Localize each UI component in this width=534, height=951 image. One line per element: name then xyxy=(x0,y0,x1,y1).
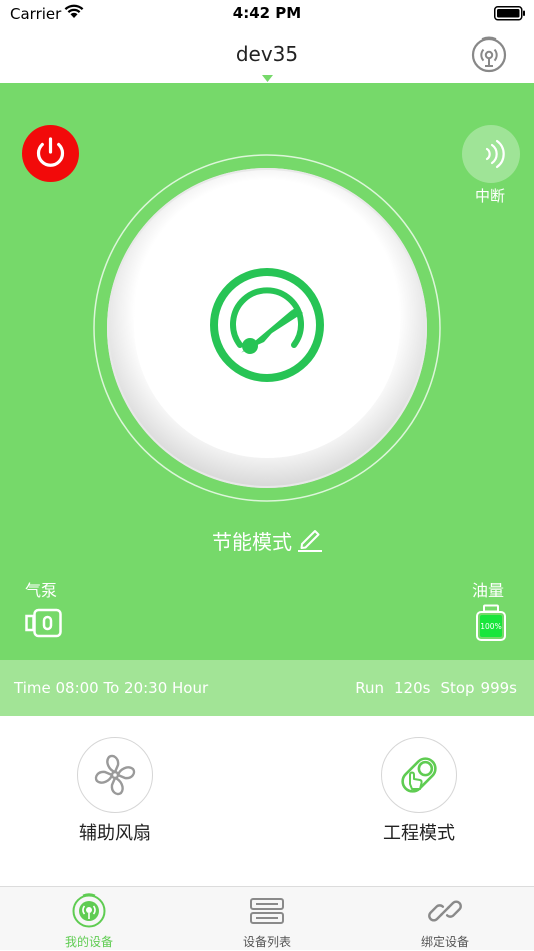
fan-icon xyxy=(94,754,136,796)
interrupt-label: 中断 xyxy=(474,187,505,205)
tab-label: 设备列表 xyxy=(242,935,291,949)
toggle-switch-icon xyxy=(401,757,437,793)
run-value: 120s xyxy=(393,679,431,697)
oil-level-text: 100% xyxy=(480,622,501,631)
tab-device-list[interactable]: 设备列表 xyxy=(207,887,327,951)
status-bar: Carrier 4:42 PM xyxy=(0,0,534,30)
signal-icon xyxy=(71,893,107,933)
signal-tower-icon[interactable] xyxy=(470,36,508,78)
server-list-icon xyxy=(249,893,285,933)
interrupt-button[interactable] xyxy=(462,125,520,187)
run-label: Run xyxy=(355,679,384,697)
run-stop-info: Run 120s Stop 999s xyxy=(345,679,517,697)
oil-bottle-icon[interactable]: 100% xyxy=(475,604,507,646)
stop-value: 999s xyxy=(480,679,517,697)
air-pump-icon[interactable] xyxy=(25,608,63,642)
link-icon xyxy=(427,893,463,933)
control-panel: 中断 节能模式 气泵 油量 100% xyxy=(0,83,534,660)
device-title[interactable]: dev35 xyxy=(0,42,534,66)
mode-label[interactable]: 节能模式 xyxy=(212,526,292,555)
tab-bind-device[interactable]: 绑定设备 xyxy=(385,887,505,951)
tab-bar: 我的设备 设备列表 绑定设备 xyxy=(0,886,534,950)
tab-label: 绑定设备 xyxy=(420,935,469,949)
power-button[interactable] xyxy=(22,125,79,186)
stop-label: Stop xyxy=(440,679,475,697)
schedule-strip: Time 08:00 To 20:30 Hour Run 120s Stop 999s xyxy=(0,660,534,716)
aux-fan-label: 辅助风扇 xyxy=(79,823,151,844)
tab-my-devices[interactable]: 我的设备 xyxy=(29,887,149,951)
battery-icon xyxy=(494,6,526,25)
main-dial[interactable] xyxy=(92,153,442,507)
engineering-mode-label: 工程模式 xyxy=(383,823,455,844)
clock: 4:42 PM xyxy=(232,4,302,22)
nav-bar: dev35 xyxy=(0,30,534,83)
engineering-mode-button[interactable] xyxy=(381,737,457,813)
air-pump-label: 气泵 xyxy=(25,581,58,600)
oil-level-label: 油量 xyxy=(472,581,505,600)
tab-label: 我的设备 xyxy=(64,935,113,949)
schedule-time: Time 08:00 To 20:30 Hour xyxy=(14,679,209,697)
edit-pencil-icon[interactable] xyxy=(296,524,324,556)
aux-fan-button[interactable] xyxy=(77,737,153,813)
